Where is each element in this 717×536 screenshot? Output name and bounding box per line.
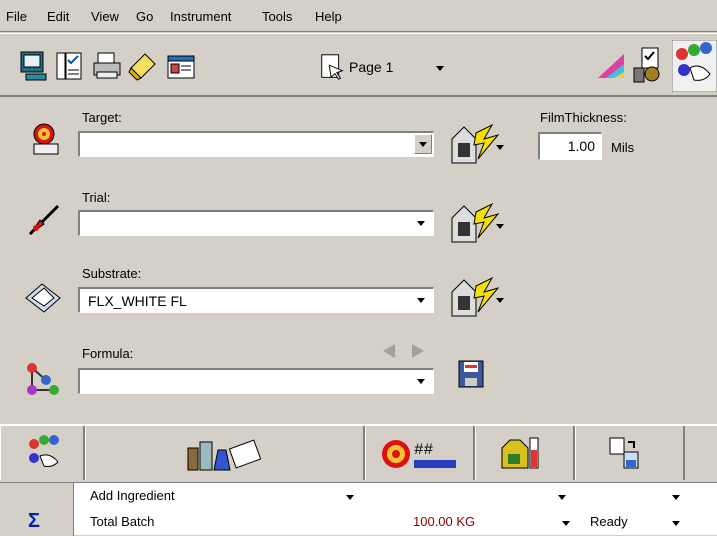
substrate-combo[interactable]: FLX_WHITE FL [78, 287, 434, 313]
strip-button-weight[interactable] [475, 426, 575, 480]
lab-beaker-icon [187, 439, 262, 471]
trial-measure-flash-icon[interactable] [446, 202, 506, 246]
substrate-icon [25, 283, 61, 313]
film-thickness-unit: Mils [611, 140, 635, 155]
target-label: Target: [82, 110, 122, 125]
bottom-tool-strip: ## [0, 424, 717, 480]
formula-prev-arrow[interactable] [383, 344, 395, 358]
strip-button-colors[interactable] [0, 426, 85, 480]
target-dropdown-button[interactable] [414, 134, 432, 154]
transfer-cups-icon [609, 437, 639, 469]
id-card-icon[interactable] [165, 50, 197, 82]
color-triangle-icon[interactable] [596, 50, 628, 82]
main-panel: Target: FilmThickness: 1.00 Mils Trial: … [0, 98, 717, 424]
menu-view[interactable]: View [91, 9, 119, 24]
sigma-icon: Σ [28, 510, 41, 532]
target-combo[interactable] [78, 131, 434, 157]
trial-label: Trial: [82, 190, 111, 205]
menu-tools[interactable]: Tools [262, 9, 292, 24]
checklist-icon[interactable] [53, 50, 85, 82]
menu-file[interactable]: File [6, 9, 27, 24]
page-label[interactable]: Page 1 [349, 59, 393, 75]
menu-go[interactable]: Go [136, 9, 153, 24]
formula-next-arrow[interactable] [412, 344, 424, 358]
grid-row-2-unit-dropdown[interactable] [562, 521, 570, 526]
strip-button-target-measure[interactable]: ## [365, 426, 475, 480]
formula-combo[interactable] [78, 368, 434, 394]
formula-label: Formula: [82, 346, 134, 361]
clipboard-gear-icon[interactable] [632, 46, 668, 84]
page-dropdown-arrow[interactable] [436, 66, 444, 71]
film-thickness-label: FilmThickness: [540, 110, 627, 125]
target-hash-icon: ## [382, 440, 456, 468]
strip-button-lab[interactable] [85, 426, 365, 480]
menu-edit[interactable]: Edit [47, 9, 69, 24]
page-icon[interactable] [318, 52, 348, 82]
grid-row-header-column: Σ [0, 483, 74, 536]
grid-row-1-unit-dropdown[interactable] [558, 495, 566, 500]
menu-instrument[interactable]: Instrument [170, 9, 231, 24]
color-dots-icon[interactable] [672, 40, 717, 92]
grid-row-2-status[interactable]: Ready [590, 514, 628, 529]
color-dots-hand-icon [29, 435, 59, 467]
terminal-icon[interactable] [18, 50, 50, 82]
menu-bar: File Edit View Go Instrument Tools Help [0, 0, 717, 32]
formula-icon [27, 363, 59, 395]
film-thickness-input[interactable]: 1.00 [538, 132, 602, 160]
grid-row-2-status-dropdown[interactable] [672, 521, 680, 526]
trial-icon [28, 204, 60, 236]
trial-combo[interactable] [78, 210, 434, 236]
target-icon [33, 123, 59, 155]
ingredient-grid: Σ Add Ingredient Total Batch 100.00 KG R… [0, 482, 717, 536]
grid-row-1-name-dropdown[interactable] [346, 495, 354, 500]
strip-button-transfer[interactable] [575, 426, 685, 480]
svg-text:##: ## [414, 441, 434, 459]
menu-help[interactable]: Help [315, 9, 342, 24]
measure-flash-icon[interactable] [446, 123, 506, 167]
eraser-icon[interactable] [127, 50, 159, 82]
substrate-label: Substrate: [82, 266, 142, 281]
grid-row-2-amount[interactable]: 100.00 KG [413, 514, 475, 529]
substrate-measure-flash-icon[interactable] [446, 276, 506, 320]
grid-row-1-status-dropdown[interactable] [672, 495, 680, 500]
grid-row-1-name[interactable]: Add Ingredient [90, 488, 175, 503]
toolbar: Page 1 [0, 33, 717, 97]
weight-gauge-icon [501, 437, 539, 469]
substrate-value: FLX_WHITE FL [88, 293, 187, 309]
printer-icon[interactable] [91, 50, 123, 82]
save-disk-icon[interactable] [456, 358, 486, 390]
grid-row-2-name[interactable]: Total Batch [90, 514, 154, 529]
